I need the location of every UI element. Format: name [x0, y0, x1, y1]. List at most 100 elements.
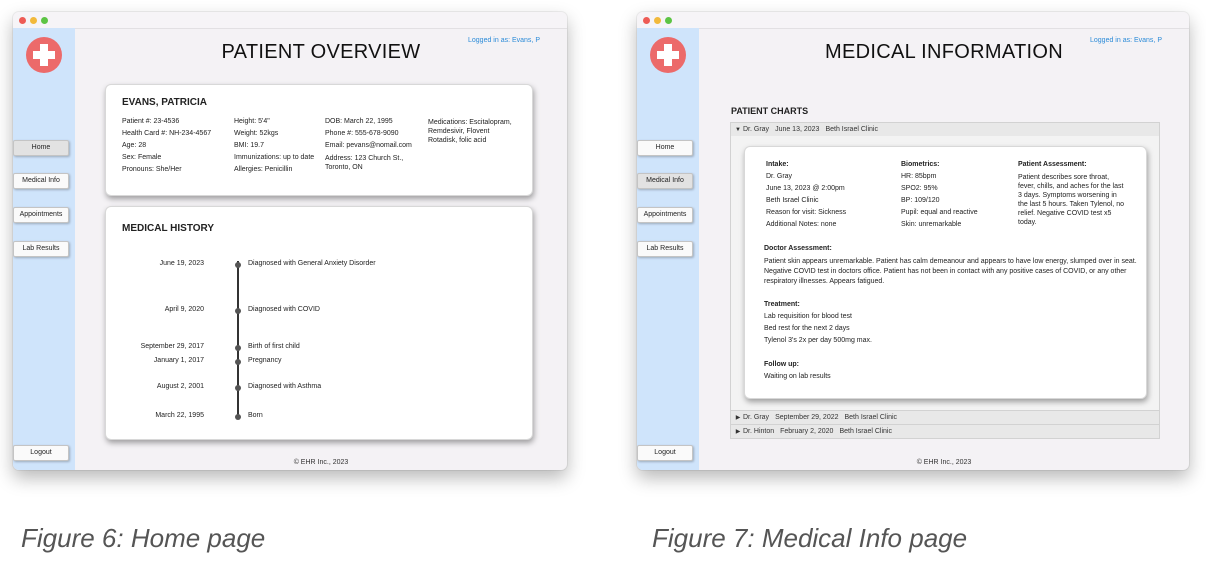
chart-doctor: Dr. Gray [743, 126, 770, 133]
timeline-axis [237, 261, 239, 419]
biometric-bp: BP: 109/120 [901, 197, 940, 204]
timeline-event: January 1, 2017 Pregnancy [106, 357, 532, 367]
intake-section: Intake: Dr. Gray June 13, 2023 @ 2:00pm … [766, 159, 896, 231]
maximize-window-button[interactable] [41, 17, 48, 24]
timeline-dot [235, 414, 241, 420]
minimize-window-button[interactable] [30, 17, 37, 24]
assessment-line: relief. Negative COVID test x5 [1018, 210, 1112, 217]
chart-clinic: Beth Israel Clinic [844, 414, 898, 421]
doctor-assessment-line: Patient skin appears unremarkable. Patie… [764, 258, 1137, 265]
followup-label: Follow up: [764, 361, 799, 368]
medical-cross-logo-icon [26, 37, 62, 73]
chart-accordion-header-collapsed[interactable]: ▶ Dr. Hinton February 2, 2020 Beth Israel C… [730, 424, 1160, 439]
title-bar [637, 12, 1189, 29]
main-content: MEDICAL INFORMATION Logged in as: Evans,… [699, 28, 1189, 470]
address-line-2: Toronto, ON [325, 164, 363, 171]
home-window: Home Medical Info Appointments Lab Resul… [13, 12, 567, 470]
patient-pronouns: Pronouns: She/Her [122, 166, 182, 173]
timeline-description: Diagnosed with COVID [248, 306, 320, 313]
timeline-date: January 1, 2017 [153, 357, 204, 364]
title-bar [13, 12, 567, 29]
footer-copyright: © EHR Inc., 2023 [916, 459, 972, 466]
chart-clinic: Beth Israel Clinic [839, 428, 892, 435]
treatment-item: Tylenol 3's 2x per day 500mg max. [764, 337, 872, 344]
timeline-event: March 22, 1995 Born [106, 412, 532, 422]
medical-info-window: Home Medical Info Appointments Lab Resul… [637, 12, 1189, 470]
figure-6-caption: Figure 6: Home page [21, 523, 266, 553]
assessment-line: Patient describes sore throat, [1018, 174, 1110, 181]
patient-email: Email: pevans@nomail.com [325, 142, 412, 149]
patient-number: Patient #: 23-4536 [122, 118, 180, 125]
chart-doctor: Dr. Gray [743, 414, 770, 421]
close-window-button[interactable] [643, 17, 650, 24]
nav-medical-info-button[interactable]: Medical Info [13, 173, 69, 189]
timeline-dot [235, 359, 241, 365]
figure-7-caption: Figure 7: Medical Info page [652, 523, 968, 553]
biometric-spo2: SPO2: 95% [901, 185, 938, 192]
logged-in-status[interactable]: Logged in as: Evans, P [468, 37, 540, 44]
timeline-date: August 2, 2001 [156, 383, 204, 390]
patient-bmi: BMI: 19.7 [234, 142, 264, 149]
maximize-window-button[interactable] [665, 17, 672, 24]
patient-immunizations: Immunizations: up to date [234, 154, 315, 161]
patient-assessment-label: Patient Assessment: [1018, 161, 1087, 168]
treatment-item: Bed rest for the next 2 days [764, 325, 850, 332]
logout-button[interactable]: Logout [13, 445, 69, 461]
patient-vitals-column: Height: 5'4" Weight: 52kgs BMI: 19.7 Imm… [234, 116, 324, 176]
nav-home-button[interactable]: Home [637, 140, 693, 156]
health-card-number: Health Card #: NH-234-4567 [122, 130, 212, 137]
followup-item: Waiting on lab results [764, 373, 831, 380]
medical-cross-logo-icon [650, 37, 686, 73]
intake-datetime: June 13, 2023 @ 2:00pm [766, 185, 845, 192]
chart-accordion-header-collapsed[interactable]: ▶ Dr. Gray September 29, 2022 Beth Israel C… [730, 410, 1160, 425]
doctor-assessment-line: Negative COVID test in doctors office. P… [764, 268, 1127, 275]
footer-copyright: © EHR Inc., 2023 [293, 459, 349, 466]
nav-appointments-button[interactable]: Appointments [637, 207, 693, 223]
timeline-description: Birth of first child [248, 343, 300, 350]
close-window-button[interactable] [19, 17, 26, 24]
timeline-date: March 22, 1995 [155, 412, 204, 419]
doctor-assessment-section: Doctor Assessment: Patient skin appears … [764, 243, 1137, 287]
patient-sex: Sex: Female [122, 154, 162, 161]
chart-doctor: Dr. Hinton [743, 428, 775, 435]
timeline-description: Diagnosed with Asthma [248, 383, 322, 390]
timeline-description: Diagnosed with General Anxiety Disorder [248, 260, 376, 267]
biometrics-section: Biometrics: HR: 85bpm SPO2: 95% BP: 109/… [901, 159, 1011, 231]
chart-accordion-header-expanded[interactable]: ▼ Dr. Gray June 13, 2023 Beth Israel Clinic [730, 122, 1160, 137]
patient-medications: Medications: Escitalopram, Remdesivir, F… [428, 116, 528, 145]
timeline-event: April 9, 2020 Diagnosed with COVID [106, 306, 532, 316]
timeline-event: June 19, 2023 Diagnosed with General Anx… [106, 260, 532, 270]
medical-history-title: MEDICAL HISTORY [122, 223, 215, 234]
nav-home-button[interactable]: Home [13, 140, 69, 156]
biometric-pupil: Pupil: equal and reactive [901, 209, 978, 216]
chart-detail-panel: Intake: Dr. Gray June 13, 2023 @ 2:00pm … [730, 136, 1160, 410]
page-title: PATIENT OVERVIEW [221, 41, 421, 63]
patient-ids-column: Patient #: 23-4536 Health Card #: NH-234… [122, 116, 232, 176]
timeline-dot [235, 385, 241, 391]
treatment-item: Lab requisition for blood test [764, 313, 852, 320]
nav-appointments-button[interactable]: Appointments [13, 207, 69, 223]
logout-button[interactable]: Logout [637, 445, 693, 461]
biometrics-label: Biometrics: [901, 161, 940, 168]
chart-detail-card: Intake: Dr. Gray June 13, 2023 @ 2:00pm … [744, 146, 1147, 399]
intake-clinic: Beth Israel Clinic [766, 197, 819, 204]
nav-lab-results-button[interactable]: Lab Results [637, 241, 693, 257]
nav-medical-info-button[interactable]: Medical Info [637, 173, 693, 189]
page-title: MEDICAL INFORMATION [825, 41, 1063, 63]
nav-lab-results-button[interactable]: Lab Results [13, 241, 69, 257]
biometric-skin: Skin: unremarkable [901, 221, 962, 228]
followup-section: Follow up: Waiting on lab results [764, 359, 964, 383]
minimize-window-button[interactable] [654, 17, 661, 24]
doctor-assessment-label: Doctor Assessment: [764, 245, 832, 252]
logged-in-status[interactable]: Logged in as: Evans, P [1090, 37, 1162, 44]
timeline-date: September 29, 2017 [140, 343, 204, 350]
main-content: PATIENT OVERVIEW Logged in as: Evans, P … [75, 28, 567, 470]
address-line-1: Address: 123 Church St., [325, 155, 404, 162]
assessment-line: 3 days. Symptoms worsening in [1018, 192, 1117, 199]
timeline-event: August 2, 2001 Diagnosed with Asthma [106, 383, 532, 393]
patient-height: Height: 5'4" [234, 118, 270, 125]
patient-dob: DOB: March 22, 1995 [325, 118, 393, 125]
patient-assessment-section: Patient Assessment: Patient describes so… [1018, 159, 1138, 227]
timeline-date: April 9, 2020 [164, 306, 204, 313]
doctor-assessment-text: Patient skin appears unremarkable. Patie… [764, 255, 1137, 287]
